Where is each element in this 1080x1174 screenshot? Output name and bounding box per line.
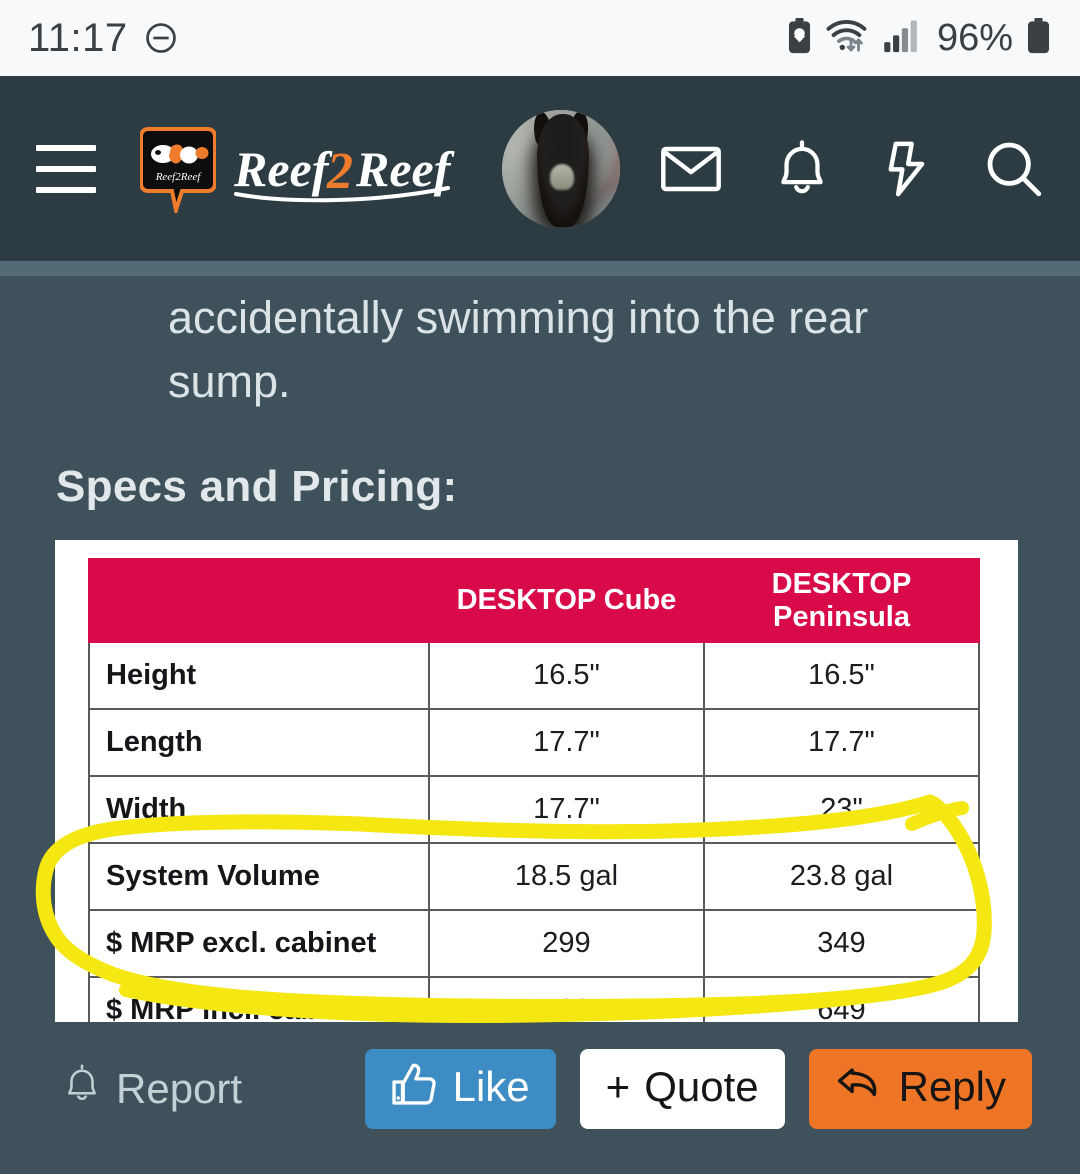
post-body-line-1: accidentally swimming into the rear xyxy=(168,292,869,343)
post-body-text: accidentally swimming into the rear sump… xyxy=(0,286,1080,414)
like-button[interactable]: Like xyxy=(364,1049,556,1129)
quote-button[interactable]: + Quote xyxy=(579,1049,785,1129)
table-row: Height 16.5" 16.5" xyxy=(88,641,981,710)
mail-icon[interactable] xyxy=(660,144,722,194)
specs-table-body: Height 16.5" 16.5" Length 17.7" 17.7" Wi… xyxy=(88,641,981,1045)
table-col-header-peninsula: DESKTOP Peninsula xyxy=(702,558,981,643)
svg-text:2: 2 xyxy=(326,143,353,200)
specs-table-card: DESKTOP Cube DESKTOP Peninsula Height 16… xyxy=(55,540,1018,1077)
table-row-label: Height xyxy=(88,641,430,710)
table-row: $ MRP excl. cabinet 299 349 xyxy=(88,909,981,978)
table-row: Length 17.7" 17.7" xyxy=(88,708,981,777)
header-icon-group xyxy=(660,139,1050,199)
like-label: Like xyxy=(452,1063,530,1110)
report-label: Report xyxy=(116,1065,243,1112)
site-logo[interactable]: Reef2Reef Reef 2 Reef xyxy=(139,125,462,218)
action-buttons-group: Like + Quote Reply xyxy=(364,1049,1032,1129)
table-cell-cube: 299 xyxy=(427,909,705,978)
reef2reef-wordmark: Reef 2 Reef xyxy=(230,130,462,208)
lightning-bolt-icon[interactable] xyxy=(882,140,932,198)
thumbs-up-icon xyxy=(391,1061,439,1117)
battery-saver-icon xyxy=(786,17,813,59)
table-cell-cube: 16.5" xyxy=(427,641,705,710)
quote-plus-sign: + xyxy=(605,1063,631,1110)
bell-icon xyxy=(62,1063,102,1115)
specs-table: DESKTOP Cube DESKTOP Peninsula Height 16… xyxy=(88,558,981,1045)
post-action-bar: Report Like + Quote Reply xyxy=(0,1022,1080,1174)
hamburger-line xyxy=(36,144,96,151)
table-row-label: System Volume xyxy=(88,842,430,911)
reply-button[interactable]: Reply xyxy=(808,1049,1032,1129)
reply-label: Reply xyxy=(898,1063,1006,1110)
svg-text:Reef2Reef: Reef2Reef xyxy=(155,171,203,183)
table-cell-peninsula: 23" xyxy=(702,775,981,844)
post-content: accidentally swimming into the rear sump… xyxy=(0,276,1080,1077)
table-header-row: DESKTOP Cube DESKTOP Peninsula xyxy=(88,558,981,643)
site-header: Reef2Reef Reef 2 Reef xyxy=(0,76,1080,261)
avatar-detail xyxy=(550,163,574,190)
hamburger-line xyxy=(36,186,96,193)
do-not-disturb-icon xyxy=(144,21,178,55)
table-cell-peninsula: 23.8 gal xyxy=(702,842,981,911)
table-col-header-cube: DESKTOP Cube xyxy=(427,558,705,643)
table-cell-peninsula: 349 xyxy=(702,909,981,978)
bell-icon[interactable] xyxy=(774,139,830,198)
status-bar-clock: 11:17 xyxy=(28,15,128,60)
table-col-header-blank xyxy=(88,558,430,643)
table-cell-cube: 18.5 gal xyxy=(427,842,705,911)
battery-percent-label: 96% xyxy=(936,16,1013,59)
user-avatar[interactable] xyxy=(502,109,620,228)
table-row-label: Width xyxy=(88,775,430,844)
wifi-icon xyxy=(825,18,871,59)
post-body-line-2: sump. xyxy=(168,356,291,407)
table-cell-peninsula: 17.7" xyxy=(702,708,981,777)
reply-arrow-icon xyxy=(835,1062,885,1116)
svg-text:Reef: Reef xyxy=(233,141,333,197)
search-icon[interactable] xyxy=(984,139,1044,199)
battery-icon xyxy=(1025,17,1052,59)
hamburger-line xyxy=(36,165,96,172)
quote-label: Quote xyxy=(644,1063,759,1110)
table-row: System Volume 18.5 gal 23.8 gal xyxy=(88,842,981,911)
table-cell-peninsula: 16.5" xyxy=(702,641,981,710)
table-row-label: Length xyxy=(88,708,430,777)
header-bottom-divider xyxy=(0,261,1080,276)
table-cell-cube: 17.7" xyxy=(427,775,705,844)
cellular-signal-icon xyxy=(883,19,921,58)
table-cell-cube: 17.7" xyxy=(427,708,705,777)
table-row: Width 17.7" 23" xyxy=(88,775,981,844)
report-button[interactable]: Report xyxy=(62,1063,242,1115)
status-bar: 11:17 96% xyxy=(0,0,1080,76)
page-title: Specs and Pricing: xyxy=(56,462,458,511)
status-bar-indicators: 96% xyxy=(786,17,1052,60)
table-row-label: $ MRP excl. cabinet xyxy=(88,909,430,978)
hamburger-menu-icon[interactable] xyxy=(36,144,96,193)
reef2reef-badge-icon: Reef2Reef xyxy=(139,125,217,218)
